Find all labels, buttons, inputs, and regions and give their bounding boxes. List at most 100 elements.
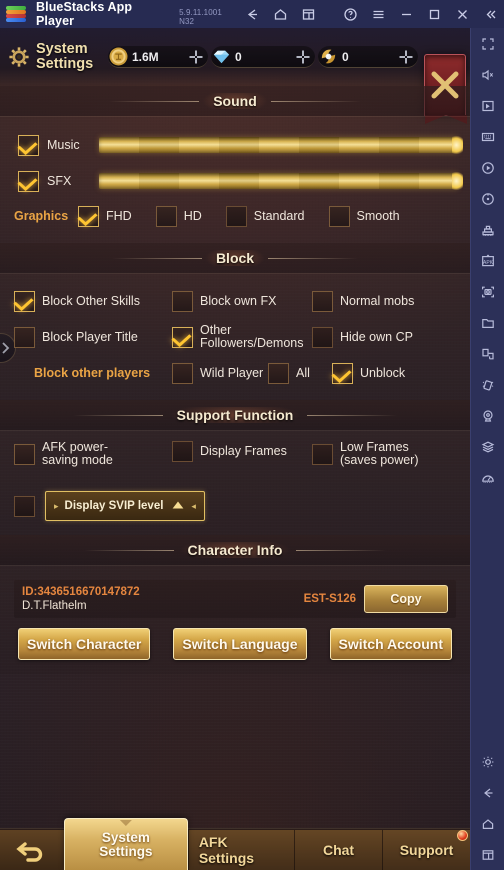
media-folder-icon[interactable] xyxy=(471,307,504,338)
android-back-icon[interactable] xyxy=(471,777,504,808)
tab-system-settings[interactable]: System Settings xyxy=(63,818,188,870)
screenshot-root: BlueStacks App Player 5.9.11.1001 N32 AP… xyxy=(0,0,504,870)
afk-power-saving-checkbox[interactable] xyxy=(14,443,35,465)
tab-support[interactable]: Support xyxy=(382,830,470,870)
multi-instance-icon[interactable] xyxy=(471,214,504,245)
currency-gold[interactable]: 1.6M xyxy=(108,46,208,68)
all-checkbox[interactable] xyxy=(268,362,289,384)
home-icon[interactable] xyxy=(266,0,294,28)
hd-checkbox[interactable] xyxy=(155,205,177,227)
switch-language-button[interactable]: Switch Language xyxy=(173,628,307,660)
fhd-label: FHD xyxy=(106,208,132,223)
fullscreen-icon[interactable] xyxy=(471,28,504,59)
settings-gear-icon[interactable] xyxy=(471,746,504,777)
low-frames-checkbox[interactable] xyxy=(312,443,333,465)
tab-chat[interactable]: Chat xyxy=(294,830,383,870)
keyboard-controls-icon[interactable] xyxy=(471,121,504,152)
android-recents-icon[interactable] xyxy=(471,839,504,870)
option-low-frames[interactable]: Low Frames (saves power) xyxy=(312,441,452,467)
layers-icon[interactable] xyxy=(471,431,504,462)
help-circle-icon[interactable] xyxy=(336,0,364,28)
smooth-checkbox[interactable] xyxy=(328,205,350,227)
switch-character-button[interactable]: Switch Character xyxy=(18,628,151,660)
back-button[interactable] xyxy=(0,830,64,870)
graphics-option-standard[interactable]: Standard xyxy=(225,205,305,227)
section-body-support-function: AFK power-saving mode Display Frames Low… xyxy=(0,430,470,535)
macro-record-icon[interactable] xyxy=(471,152,504,183)
android-home-icon[interactable] xyxy=(471,808,504,839)
option-other-followers-demons[interactable]: Other Followers/Demons xyxy=(172,324,312,350)
currency-diamond[interactable]: 0 xyxy=(211,46,315,68)
fhd-checkbox[interactable] xyxy=(78,205,99,227)
section-header-character-info: Character Info xyxy=(0,535,470,565)
svip-checkbox[interactable] xyxy=(14,495,35,517)
option-afk-power-saving[interactable]: AFK power-saving mode xyxy=(14,441,172,467)
graphics-option-hd[interactable]: HD xyxy=(155,205,202,227)
scripting-icon[interactable] xyxy=(471,338,504,369)
display-frames-checkbox[interactable] xyxy=(172,441,193,462)
bluestacks-logo-icon xyxy=(6,6,28,22)
currency-emblem[interactable]: 0 xyxy=(318,46,418,68)
display-svip-level-dropdown[interactable]: ▸ Display SVIP level ◂ xyxy=(45,491,205,521)
switch-account-button[interactable]: Switch Account xyxy=(329,628,452,660)
currency-value: 1.6M xyxy=(132,49,159,64)
wild-player-label: Wild Player xyxy=(200,365,264,380)
multi-window-icon[interactable] xyxy=(294,0,322,28)
unblock-checkbox[interactable] xyxy=(332,362,353,384)
titlebar-controls xyxy=(238,0,504,28)
minimize-icon[interactable] xyxy=(392,0,420,28)
performance-gauge-icon[interactable] xyxy=(471,462,504,493)
music-checkbox[interactable] xyxy=(18,134,39,156)
mute-speaker-icon[interactable] xyxy=(471,59,504,90)
maximize-icon[interactable] xyxy=(420,0,448,28)
option-all[interactable]: All xyxy=(268,362,332,384)
location-icon[interactable] xyxy=(471,400,504,431)
section-header-block: Block xyxy=(0,243,470,273)
option-block-own-fx[interactable]: Block own FX xyxy=(172,290,312,312)
copy-button-label: Copy xyxy=(390,592,422,606)
bottom-tabbar: System Settings AFK Settings Chat Suppor… xyxy=(0,818,470,870)
collapse-sidebar-icon[interactable] xyxy=(476,0,504,28)
music-volume-slider[interactable] xyxy=(99,135,463,155)
sfx-checkbox[interactable] xyxy=(18,170,39,192)
settings-gear-icon xyxy=(6,44,32,70)
graphics-option-smooth[interactable]: Smooth xyxy=(328,205,400,227)
other-followers-demons-checkbox[interactable] xyxy=(172,326,193,348)
rotate-screen-icon[interactable] xyxy=(471,183,504,214)
screenshot-icon[interactable] xyxy=(471,276,504,307)
pointer-cursor-icon[interactable] xyxy=(471,90,504,121)
gold-wing-emblem-icon xyxy=(321,49,336,64)
section-title: Support Function xyxy=(162,407,308,423)
standard-checkbox[interactable] xyxy=(225,205,247,227)
copy-button[interactable]: Copy xyxy=(364,585,448,613)
shake-icon[interactable] xyxy=(471,369,504,400)
install-apk-icon[interactable]: APK xyxy=(471,245,504,276)
tab-chat-label: Chat xyxy=(322,842,355,858)
block-player-title-label: Block Player Title xyxy=(42,329,138,344)
option-wild-player[interactable]: Wild Player xyxy=(172,362,268,384)
sfx-volume-slider[interactable] xyxy=(99,171,463,191)
game-header: System Settings 1.6M 0 0 xyxy=(0,28,470,86)
option-block-player-title[interactable]: Block Player Title xyxy=(14,326,172,348)
hamburger-menu-icon[interactable] xyxy=(364,0,392,28)
graphics-option-fhd[interactable]: FHD xyxy=(78,205,132,227)
hide-own-cp-checkbox[interactable] xyxy=(312,326,333,348)
svg-text:APK: APK xyxy=(482,260,493,266)
option-display-frames[interactable]: Display Frames xyxy=(172,441,312,462)
currency-value: 0 xyxy=(342,49,349,64)
music-label: Music xyxy=(47,137,80,152)
wild-player-checkbox[interactable] xyxy=(172,362,193,384)
block-player-title-checkbox[interactable] xyxy=(14,326,35,348)
tab-afk-settings[interactable]: AFK Settings xyxy=(187,830,295,870)
tab-notch-icon xyxy=(119,820,132,826)
normal-mobs-checkbox[interactable] xyxy=(312,290,333,312)
back-undo-arrow-icon xyxy=(16,842,43,862)
option-normal-mobs[interactable]: Normal mobs xyxy=(312,290,452,312)
option-hide-own-cp[interactable]: Hide own CP xyxy=(312,326,452,348)
close-icon[interactable] xyxy=(448,0,476,28)
back-arrow-icon[interactable] xyxy=(238,0,266,28)
option-unblock[interactable]: Unblock xyxy=(332,362,405,384)
option-block-other-skills[interactable]: Block Other Skills xyxy=(14,290,172,312)
block-other-skills-checkbox[interactable] xyxy=(14,290,35,312)
block-own-fx-checkbox[interactable] xyxy=(172,290,193,312)
